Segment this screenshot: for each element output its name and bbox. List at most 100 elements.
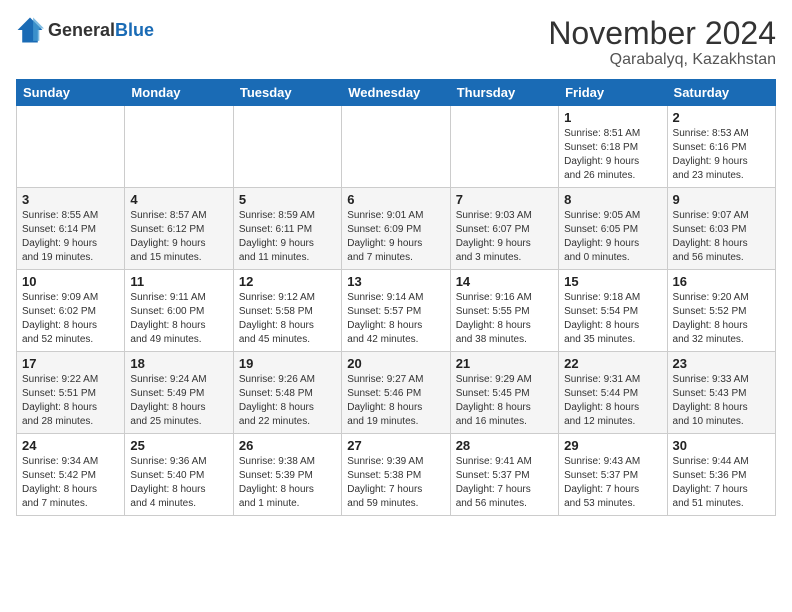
- day-info: Sunrise: 9:29 AM Sunset: 5:45 PM Dayligh…: [456, 373, 553, 429]
- location: Qarabalyq, Kazakhstan: [548, 51, 776, 69]
- day-number: 4: [130, 192, 227, 207]
- day-number: 29: [564, 438, 661, 453]
- calendar-cell: 18 Sunrise: 9:24 AM Sunset: 5:49 PM Dayli…: [125, 352, 233, 434]
- day-info: Sunrise: 9:44 AM Sunset: 5:36 PM Dayligh…: [673, 455, 770, 511]
- col-friday: Friday: [559, 80, 667, 106]
- page: GeneralBlue November 2024 Qarabalyq, Kaz…: [0, 0, 792, 526]
- day-number: 2: [673, 110, 770, 125]
- day-number: 19: [239, 356, 336, 371]
- calendar-cell: 2Sunrise: 8:53 AM Sunset: 6:16 PM Daylig…: [667, 106, 775, 188]
- day-info: Sunrise: 9:18 AM Sunset: 5:54 PM Dayligh…: [564, 291, 661, 347]
- calendar-cell: 8 Sunrise: 9:05 AM Sunset: 6:05 PM Daylig…: [559, 188, 667, 270]
- day-info: Sunrise: 9:27 AM Sunset: 5:46 PM Dayligh…: [347, 373, 444, 429]
- calendar-cell: 25Sunrise: 9:36 AM Sunset: 5:40 PM Dayli…: [125, 434, 233, 516]
- day-number: 18: [130, 356, 227, 371]
- day-info: Sunrise: 9:31 AM Sunset: 5:44 PM Dayligh…: [564, 373, 661, 429]
- day-info: Sunrise: 8:51 AM Sunset: 6:18 PM Dayligh…: [564, 127, 661, 183]
- day-number: 15: [564, 274, 661, 289]
- day-number: 16: [673, 274, 770, 289]
- day-number: 27: [347, 438, 444, 453]
- day-number: 5: [239, 192, 336, 207]
- calendar-cell: [17, 106, 125, 188]
- calendar-cell: 6Sunrise: 9:01 AM Sunset: 6:09 PM Daylig…: [342, 188, 450, 270]
- calendar-cell: 27 Sunrise: 9:39 AM Sunset: 5:38 PM Dayli…: [342, 434, 450, 516]
- calendar-cell: 5Sunrise: 8:59 AM Sunset: 6:11 PM Daylig…: [233, 188, 341, 270]
- day-number: 22: [564, 356, 661, 371]
- logo-text-blue: Blue: [115, 20, 154, 41]
- day-info: Sunrise: 9:36 AM Sunset: 5:40 PM Dayligh…: [130, 455, 227, 511]
- day-info: Sunrise: 9:12 AM Sunset: 5:58 PM Dayligh…: [239, 291, 336, 347]
- calendar-cell: 11 Sunrise: 9:11 AM Sunset: 6:00 PM Dayli…: [125, 270, 233, 352]
- day-number: 20: [347, 356, 444, 371]
- col-saturday: Saturday: [667, 80, 775, 106]
- col-wednesday: Wednesday: [342, 80, 450, 106]
- day-info: Sunrise: 9:16 AM Sunset: 5:55 PM Dayligh…: [456, 291, 553, 347]
- day-info: Sunrise: 9:38 AM Sunset: 5:39 PM Dayligh…: [239, 455, 336, 511]
- day-info: Sunrise: 9:11 AM Sunset: 6:00 PM Dayligh…: [130, 291, 227, 347]
- logo: GeneralBlue: [16, 16, 154, 44]
- calendar-cell: 13Sunrise: 9:14 AM Sunset: 5:57 PM Dayli…: [342, 270, 450, 352]
- calendar-cell: 14 Sunrise: 9:16 AM Sunset: 5:55 PM Dayli…: [450, 270, 558, 352]
- calendar-cell: 26 Sunrise: 9:38 AM Sunset: 5:39 PM Dayli…: [233, 434, 341, 516]
- calendar-cell: 22 Sunrise: 9:31 AM Sunset: 5:44 PM Dayli…: [559, 352, 667, 434]
- day-info: Sunrise: 9:39 AM Sunset: 5:38 PM Dayligh…: [347, 455, 444, 511]
- day-info: Sunrise: 9:43 AM Sunset: 5:37 PM Dayligh…: [564, 455, 661, 511]
- day-number: 8: [564, 192, 661, 207]
- day-number: 1: [564, 110, 661, 125]
- calendar-week-row: 3 Sunrise: 8:55 AM Sunset: 6:14 PM Daylig…: [17, 188, 776, 270]
- col-tuesday: Tuesday: [233, 80, 341, 106]
- day-number: 6: [347, 192, 444, 207]
- calendar-cell: 21 Sunrise: 9:29 AM Sunset: 5:45 PM Dayli…: [450, 352, 558, 434]
- calendar-cell: 24 Sunrise: 9:34 AM Sunset: 5:42 PM Dayli…: [17, 434, 125, 516]
- calendar-cell: 4Sunrise: 8:57 AM Sunset: 6:12 PM Daylig…: [125, 188, 233, 270]
- day-number: 26: [239, 438, 336, 453]
- calendar-cell: 20 Sunrise: 9:27 AM Sunset: 5:46 PM Dayli…: [342, 352, 450, 434]
- day-number: 7: [456, 192, 553, 207]
- calendar-cell: 19Sunrise: 9:26 AM Sunset: 5:48 PM Dayli…: [233, 352, 341, 434]
- day-number: 12: [239, 274, 336, 289]
- day-info: Sunrise: 9:09 AM Sunset: 6:02 PM Dayligh…: [22, 291, 119, 347]
- calendar-cell: 15 Sunrise: 9:18 AM Sunset: 5:54 PM Dayli…: [559, 270, 667, 352]
- day-number: 21: [456, 356, 553, 371]
- calendar-cell: 3 Sunrise: 8:55 AM Sunset: 6:14 PM Daylig…: [17, 188, 125, 270]
- col-monday: Monday: [125, 80, 233, 106]
- calendar-week-row: 24 Sunrise: 9:34 AM Sunset: 5:42 PM Dayli…: [17, 434, 776, 516]
- title-section: November 2024 Qarabalyq, Kazakhstan: [548, 16, 776, 69]
- calendar-cell: 1 Sunrise: 8:51 AM Sunset: 6:18 PM Daylig…: [559, 106, 667, 188]
- calendar-week-row: 1 Sunrise: 8:51 AM Sunset: 6:18 PM Daylig…: [17, 106, 776, 188]
- day-number: 11: [130, 274, 227, 289]
- month-title: November 2024: [548, 16, 776, 51]
- calendar-cell: [125, 106, 233, 188]
- day-number: 10: [22, 274, 119, 289]
- day-number: 30: [673, 438, 770, 453]
- day-info: Sunrise: 8:55 AM Sunset: 6:14 PM Dayligh…: [22, 209, 119, 265]
- day-info: Sunrise: 9:24 AM Sunset: 5:49 PM Dayligh…: [130, 373, 227, 429]
- calendar-cell: [450, 106, 558, 188]
- day-number: 23: [673, 356, 770, 371]
- day-info: Sunrise: 9:20 AM Sunset: 5:52 PM Dayligh…: [673, 291, 770, 347]
- calendar-table: Sunday Monday Tuesday Wednesday Thursday…: [16, 79, 776, 516]
- day-info: Sunrise: 9:22 AM Sunset: 5:51 PM Dayligh…: [22, 373, 119, 429]
- calendar-cell: 28 Sunrise: 9:41 AM Sunset: 5:37 PM Dayli…: [450, 434, 558, 516]
- day-info: Sunrise: 9:14 AM Sunset: 5:57 PM Dayligh…: [347, 291, 444, 347]
- col-thursday: Thursday: [450, 80, 558, 106]
- col-sunday: Sunday: [17, 80, 125, 106]
- logo-text-general: General: [48, 20, 115, 41]
- day-number: 17: [22, 356, 119, 371]
- day-number: 28: [456, 438, 553, 453]
- calendar-cell: [342, 106, 450, 188]
- calendar-cell: 30 Sunrise: 9:44 AM Sunset: 5:36 PM Dayli…: [667, 434, 775, 516]
- day-info: Sunrise: 9:03 AM Sunset: 6:07 PM Dayligh…: [456, 209, 553, 265]
- calendar-cell: 10 Sunrise: 9:09 AM Sunset: 6:02 PM Dayli…: [17, 270, 125, 352]
- calendar-cell: 7 Sunrise: 9:03 AM Sunset: 6:07 PM Daylig…: [450, 188, 558, 270]
- day-info: Sunrise: 9:41 AM Sunset: 5:37 PM Dayligh…: [456, 455, 553, 511]
- calendar-cell: 29 Sunrise: 9:43 AM Sunset: 5:37 PM Dayli…: [559, 434, 667, 516]
- day-number: 3: [22, 192, 119, 207]
- day-info: Sunrise: 9:05 AM Sunset: 6:05 PM Dayligh…: [564, 209, 661, 265]
- calendar-week-row: 10 Sunrise: 9:09 AM Sunset: 6:02 PM Dayli…: [17, 270, 776, 352]
- day-info: Sunrise: 9:34 AM Sunset: 5:42 PM Dayligh…: [22, 455, 119, 511]
- day-number: 24: [22, 438, 119, 453]
- day-info: Sunrise: 9:07 AM Sunset: 6:03 PM Dayligh…: [673, 209, 770, 265]
- calendar-cell: 17 Sunrise: 9:22 AM Sunset: 5:51 PM Dayli…: [17, 352, 125, 434]
- day-number: 14: [456, 274, 553, 289]
